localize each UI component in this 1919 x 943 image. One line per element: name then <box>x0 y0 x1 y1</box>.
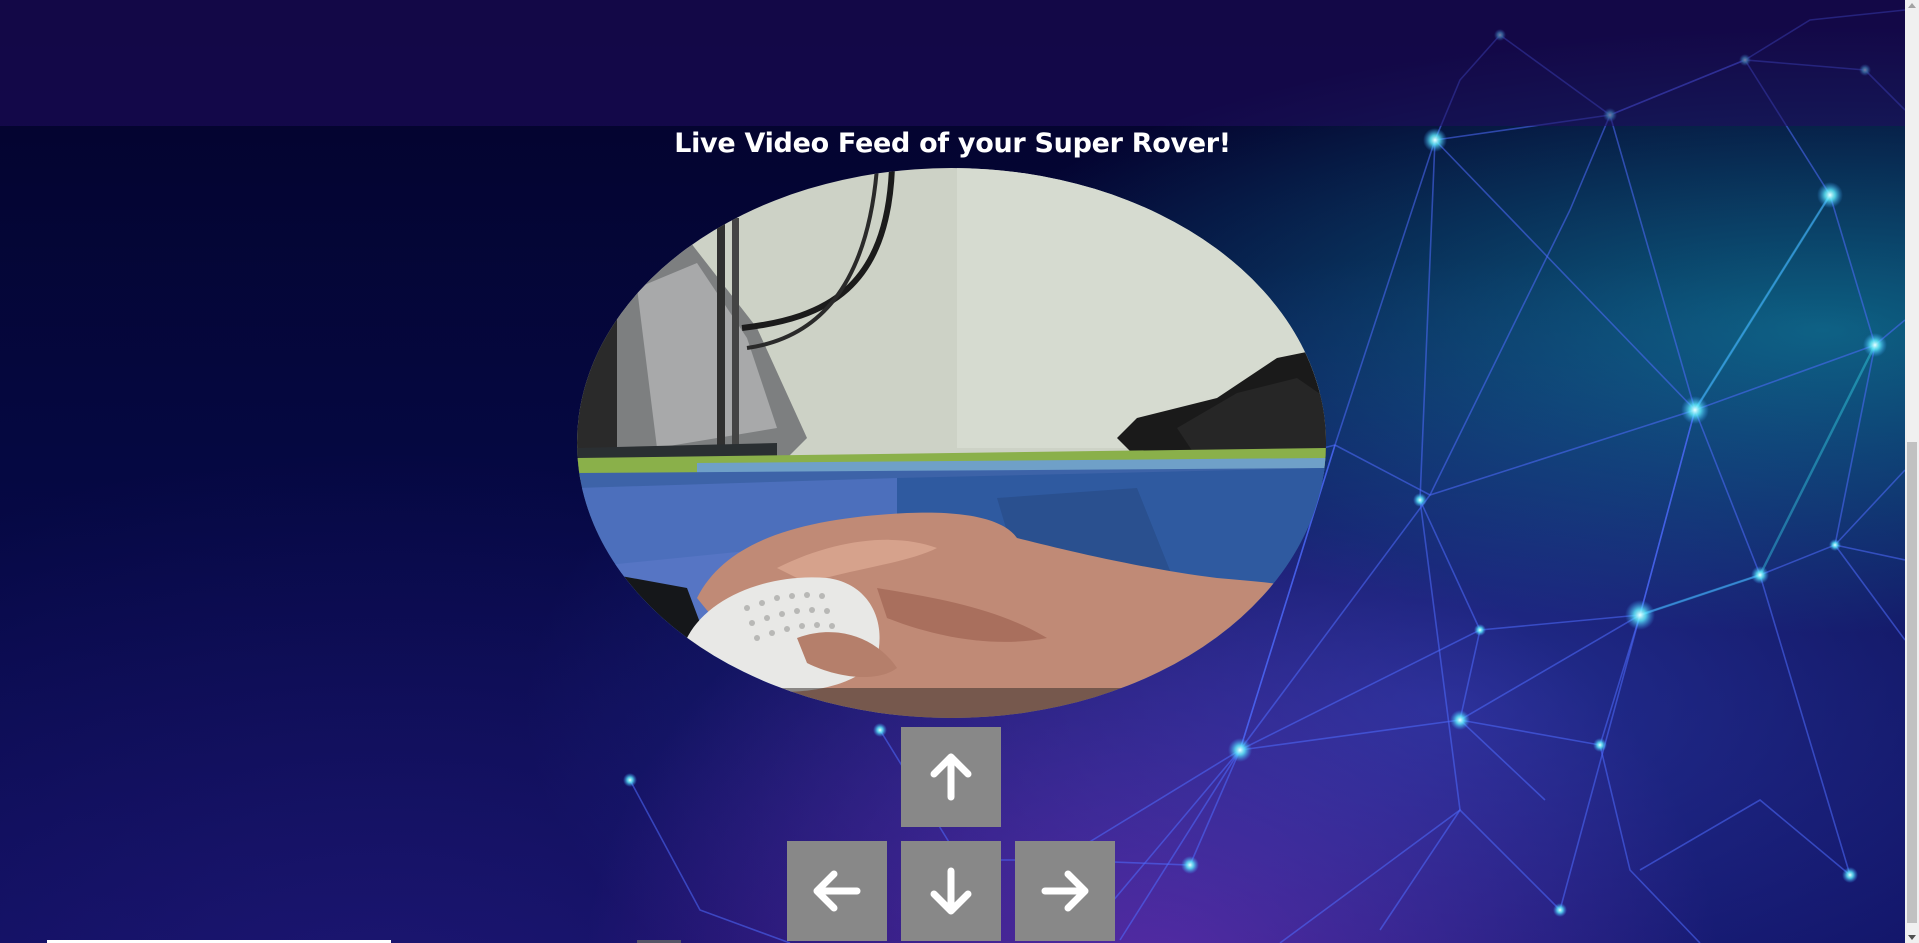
arrow-down-icon <box>930 867 972 915</box>
scroll-down-icon[interactable] <box>1908 935 1916 940</box>
video-feed <box>577 168 1326 718</box>
page-background: Live Video Feed of your Super Rover! <box>0 0 1919 943</box>
turn-right-button[interactable] <box>1015 841 1115 941</box>
move-backward-button[interactable] <box>901 841 1001 941</box>
arrow-up-icon <box>930 753 972 801</box>
vertical-scrollbar[interactable] <box>1905 0 1919 943</box>
arrow-right-icon <box>1041 870 1089 912</box>
scroll-up-icon[interactable] <box>1908 3 1916 8</box>
page-title: Live Video Feed of your Super Rover! <box>674 128 1231 159</box>
scrollbar-thumb[interactable] <box>1907 442 1917 923</box>
header-bar <box>0 0 1905 126</box>
move-forward-button[interactable] <box>901 727 1001 827</box>
arrow-left-icon <box>813 870 861 912</box>
turn-left-button[interactable] <box>787 841 887 941</box>
